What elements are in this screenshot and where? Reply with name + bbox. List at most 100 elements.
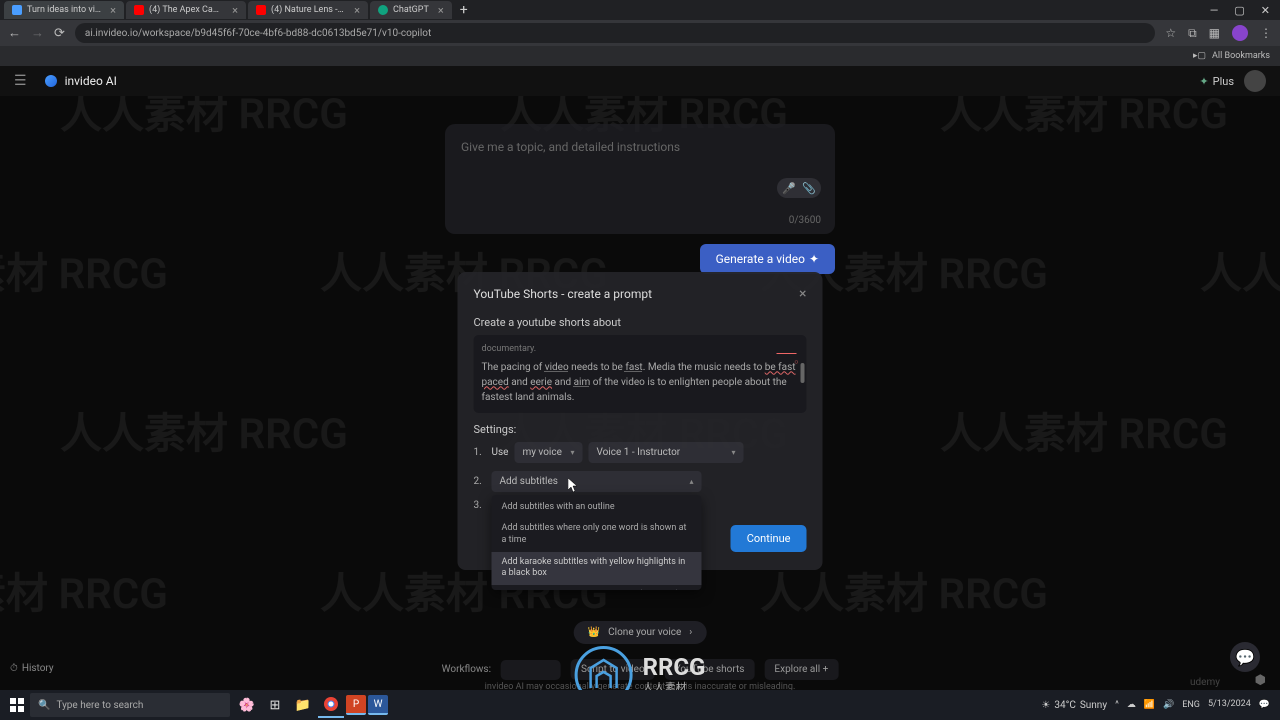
- generate-video-button[interactable]: Generate a video ✦: [700, 244, 835, 274]
- hamburger-icon[interactable]: ☰: [14, 73, 27, 89]
- dropdown-value: Voice 1 - Instructor: [596, 447, 680, 458]
- favicon-icon: [378, 5, 388, 15]
- tab-title: (4) Nature Lens - YouTube: [271, 5, 345, 15]
- prompt-tools: 🎤 📎: [777, 178, 821, 198]
- social-icons: ⬢: [1247, 673, 1266, 688]
- tab-title: (4) The Apex Canines - YouTub: [149, 5, 223, 15]
- all-bookmarks-link[interactable]: All Bookmarks: [1212, 51, 1270, 61]
- favicon-icon: [256, 5, 266, 15]
- sparkle-icon: ✦: [809, 252, 819, 266]
- dropdown-option[interactable]: Add karaoke subtitles with yellow highli…: [492, 552, 702, 585]
- tray-date[interactable]: 5/13/2024: [1208, 700, 1251, 710]
- continue-label: Continue: [747, 532, 791, 545]
- dropdown-option[interactable]: Add subtitles where only one word is sho…: [492, 518, 702, 551]
- folder-icon: ▸▢: [1193, 51, 1206, 61]
- subtitles-dropdown-menu: Add subtitles with an outline Add subtit…: [492, 495, 702, 590]
- tab-close-icon[interactable]: ×: [110, 4, 116, 17]
- window-controls: — ▢ ✕: [1210, 4, 1276, 17]
- mic-icon[interactable]: 🎤: [781, 180, 797, 196]
- notification-icon[interactable]: 💬: [1259, 700, 1270, 710]
- extension-icon[interactable]: ⧉: [1188, 26, 1197, 41]
- task-view-icon[interactable]: ⊞: [262, 692, 288, 718]
- minimize-icon[interactable]: —: [1210, 4, 1219, 17]
- dropdown-option[interactable]: Add subtitles with an outline: [492, 497, 702, 519]
- continue-button[interactable]: Continue: [731, 525, 807, 552]
- char-count: 0/3600: [789, 215, 821, 226]
- language-icon[interactable]: ENG: [1182, 700, 1200, 710]
- volume-icon[interactable]: 🔊: [1163, 700, 1174, 710]
- settings-row-1: 1. Use my voice ▾ Voice 1 - Instructor ▾: [474, 442, 807, 463]
- voice-select-dropdown[interactable]: Voice 1 - Instructor ▾: [588, 442, 743, 463]
- discord-icon[interactable]: ⬢: [1255, 673, 1266, 688]
- start-button[interactable]: [4, 692, 30, 718]
- tray-chevron-icon[interactable]: ^: [1115, 700, 1119, 710]
- bookmarks-bar: ▸▢ All Bookmarks: [0, 46, 1280, 66]
- browser-tab[interactable]: (4) Nature Lens - YouTube ×: [248, 1, 368, 19]
- sparkle-icon: ✦: [1199, 75, 1208, 88]
- app-logo[interactable]: invideo AI: [45, 74, 117, 88]
- favicon-icon: [134, 5, 144, 15]
- word-icon[interactable]: W: [368, 695, 388, 715]
- logo-icon: [45, 75, 57, 87]
- menu-dots-icon[interactable]: ⋮: [1260, 26, 1272, 40]
- search-placeholder: Type here to search: [56, 700, 143, 711]
- weather-cond: Sunny: [1080, 700, 1107, 711]
- star-icon[interactable]: ☆: [1165, 26, 1176, 40]
- plus-label: Plus: [1213, 75, 1234, 88]
- attach-icon[interactable]: 📎: [801, 180, 817, 196]
- favicon-icon: [12, 5, 22, 15]
- browser-tab[interactable]: (4) The Apex Canines - YouTub ×: [126, 1, 246, 19]
- modal-subtitle: Create a youtube shorts about: [474, 316, 807, 329]
- cortana-icon[interactable]: 🌸: [234, 692, 260, 718]
- row-number: 2.: [474, 476, 486, 487]
- network-icon[interactable]: 📶: [1144, 700, 1155, 710]
- grammar-flag-icon[interactable]: [785, 353, 797, 363]
- scrollbar[interactable]: [801, 363, 805, 383]
- chevron-up-icon: ▴: [689, 477, 693, 486]
- browser-tab-active[interactable]: Turn ideas into videos | AI vide ×: [4, 1, 124, 19]
- prompt-placeholder: Give me a topic, and detailed instructio…: [461, 140, 819, 154]
- chrome-icon[interactable]: [318, 692, 344, 718]
- sun-icon: ☀: [1041, 700, 1050, 711]
- tab-close-icon[interactable]: ×: [438, 4, 444, 17]
- browser-tab[interactable]: ChatGPT ×: [370, 1, 452, 19]
- settings-row-2: 2. Add subtitles ▴ Add subtitles with an…: [474, 471, 807, 492]
- system-tray: ☀ 34°C Sunny ^ ☁ 📶 🔊 ENG 5/13/2024 💬: [1041, 700, 1276, 711]
- subtitles-dropdown[interactable]: Add subtitles ▴: [492, 471, 702, 492]
- devtools-icon[interactable]: ▦: [1209, 26, 1220, 40]
- dropdown-value: my voice: [522, 447, 561, 458]
- browser-urlbar: ← → ⟳ ai.invideo.io/workspace/b9d45f6f-7…: [0, 20, 1280, 46]
- modal-textarea[interactable]: documentary. The pacing of video needs t…: [474, 335, 807, 413]
- new-tab-button[interactable]: +: [454, 2, 474, 18]
- plus-badge[interactable]: ✦ Plus: [1199, 75, 1234, 88]
- weather-widget[interactable]: ☀ 34°C Sunny: [1041, 700, 1107, 711]
- voice-source-dropdown[interactable]: my voice ▾: [514, 442, 582, 463]
- tab-close-icon[interactable]: ×: [354, 4, 360, 17]
- url-actions: ☆ ⧉ ▦ ⋮: [1165, 25, 1272, 41]
- user-avatar-icon[interactable]: [1244, 70, 1266, 92]
- weather-temp: 34°C: [1054, 700, 1075, 711]
- back-icon[interactable]: ←: [8, 25, 21, 41]
- row-number: 1.: [474, 447, 486, 458]
- url-input[interactable]: ai.invideo.io/workspace/b9d45f6f-70ce-4b…: [75, 23, 1155, 43]
- dropdown-option[interactable]: Add karaoke subtitles - use yellow (#f8e…: [492, 585, 702, 590]
- powerpoint-icon[interactable]: P: [346, 695, 366, 715]
- use-label: Use: [492, 447, 509, 458]
- taskbar-search[interactable]: 🔍 Type here to search: [30, 693, 230, 717]
- dropdown-value: Add subtitles: [500, 476, 558, 487]
- tab-close-icon[interactable]: ×: [232, 4, 238, 17]
- reload-icon[interactable]: ⟳: [54, 26, 65, 41]
- windows-taskbar: 🔍 Type here to search 🌸 ⊞ 📁 P W ☀ 34°C S…: [0, 690, 1280, 720]
- modal-close-icon[interactable]: ×: [799, 286, 806, 302]
- profile-avatar-icon[interactable]: [1232, 25, 1248, 41]
- url-text: ai.invideo.io/workspace/b9d45f6f-70ce-4b…: [85, 28, 431, 39]
- chevron-down-icon: ▾: [731, 448, 735, 457]
- file-explorer-icon[interactable]: 📁: [290, 692, 316, 718]
- prompt-input-box[interactable]: Give me a topic, and detailed instructio…: [445, 124, 835, 234]
- modal-title: YouTube Shorts - create a prompt: [474, 287, 653, 301]
- close-icon[interactable]: ✕: [1261, 4, 1270, 17]
- onedrive-icon[interactable]: ☁: [1127, 700, 1136, 710]
- maximize-icon[interactable]: ▢: [1234, 4, 1244, 17]
- forward-icon[interactable]: →: [31, 25, 44, 41]
- app-name: invideo AI: [65, 74, 117, 88]
